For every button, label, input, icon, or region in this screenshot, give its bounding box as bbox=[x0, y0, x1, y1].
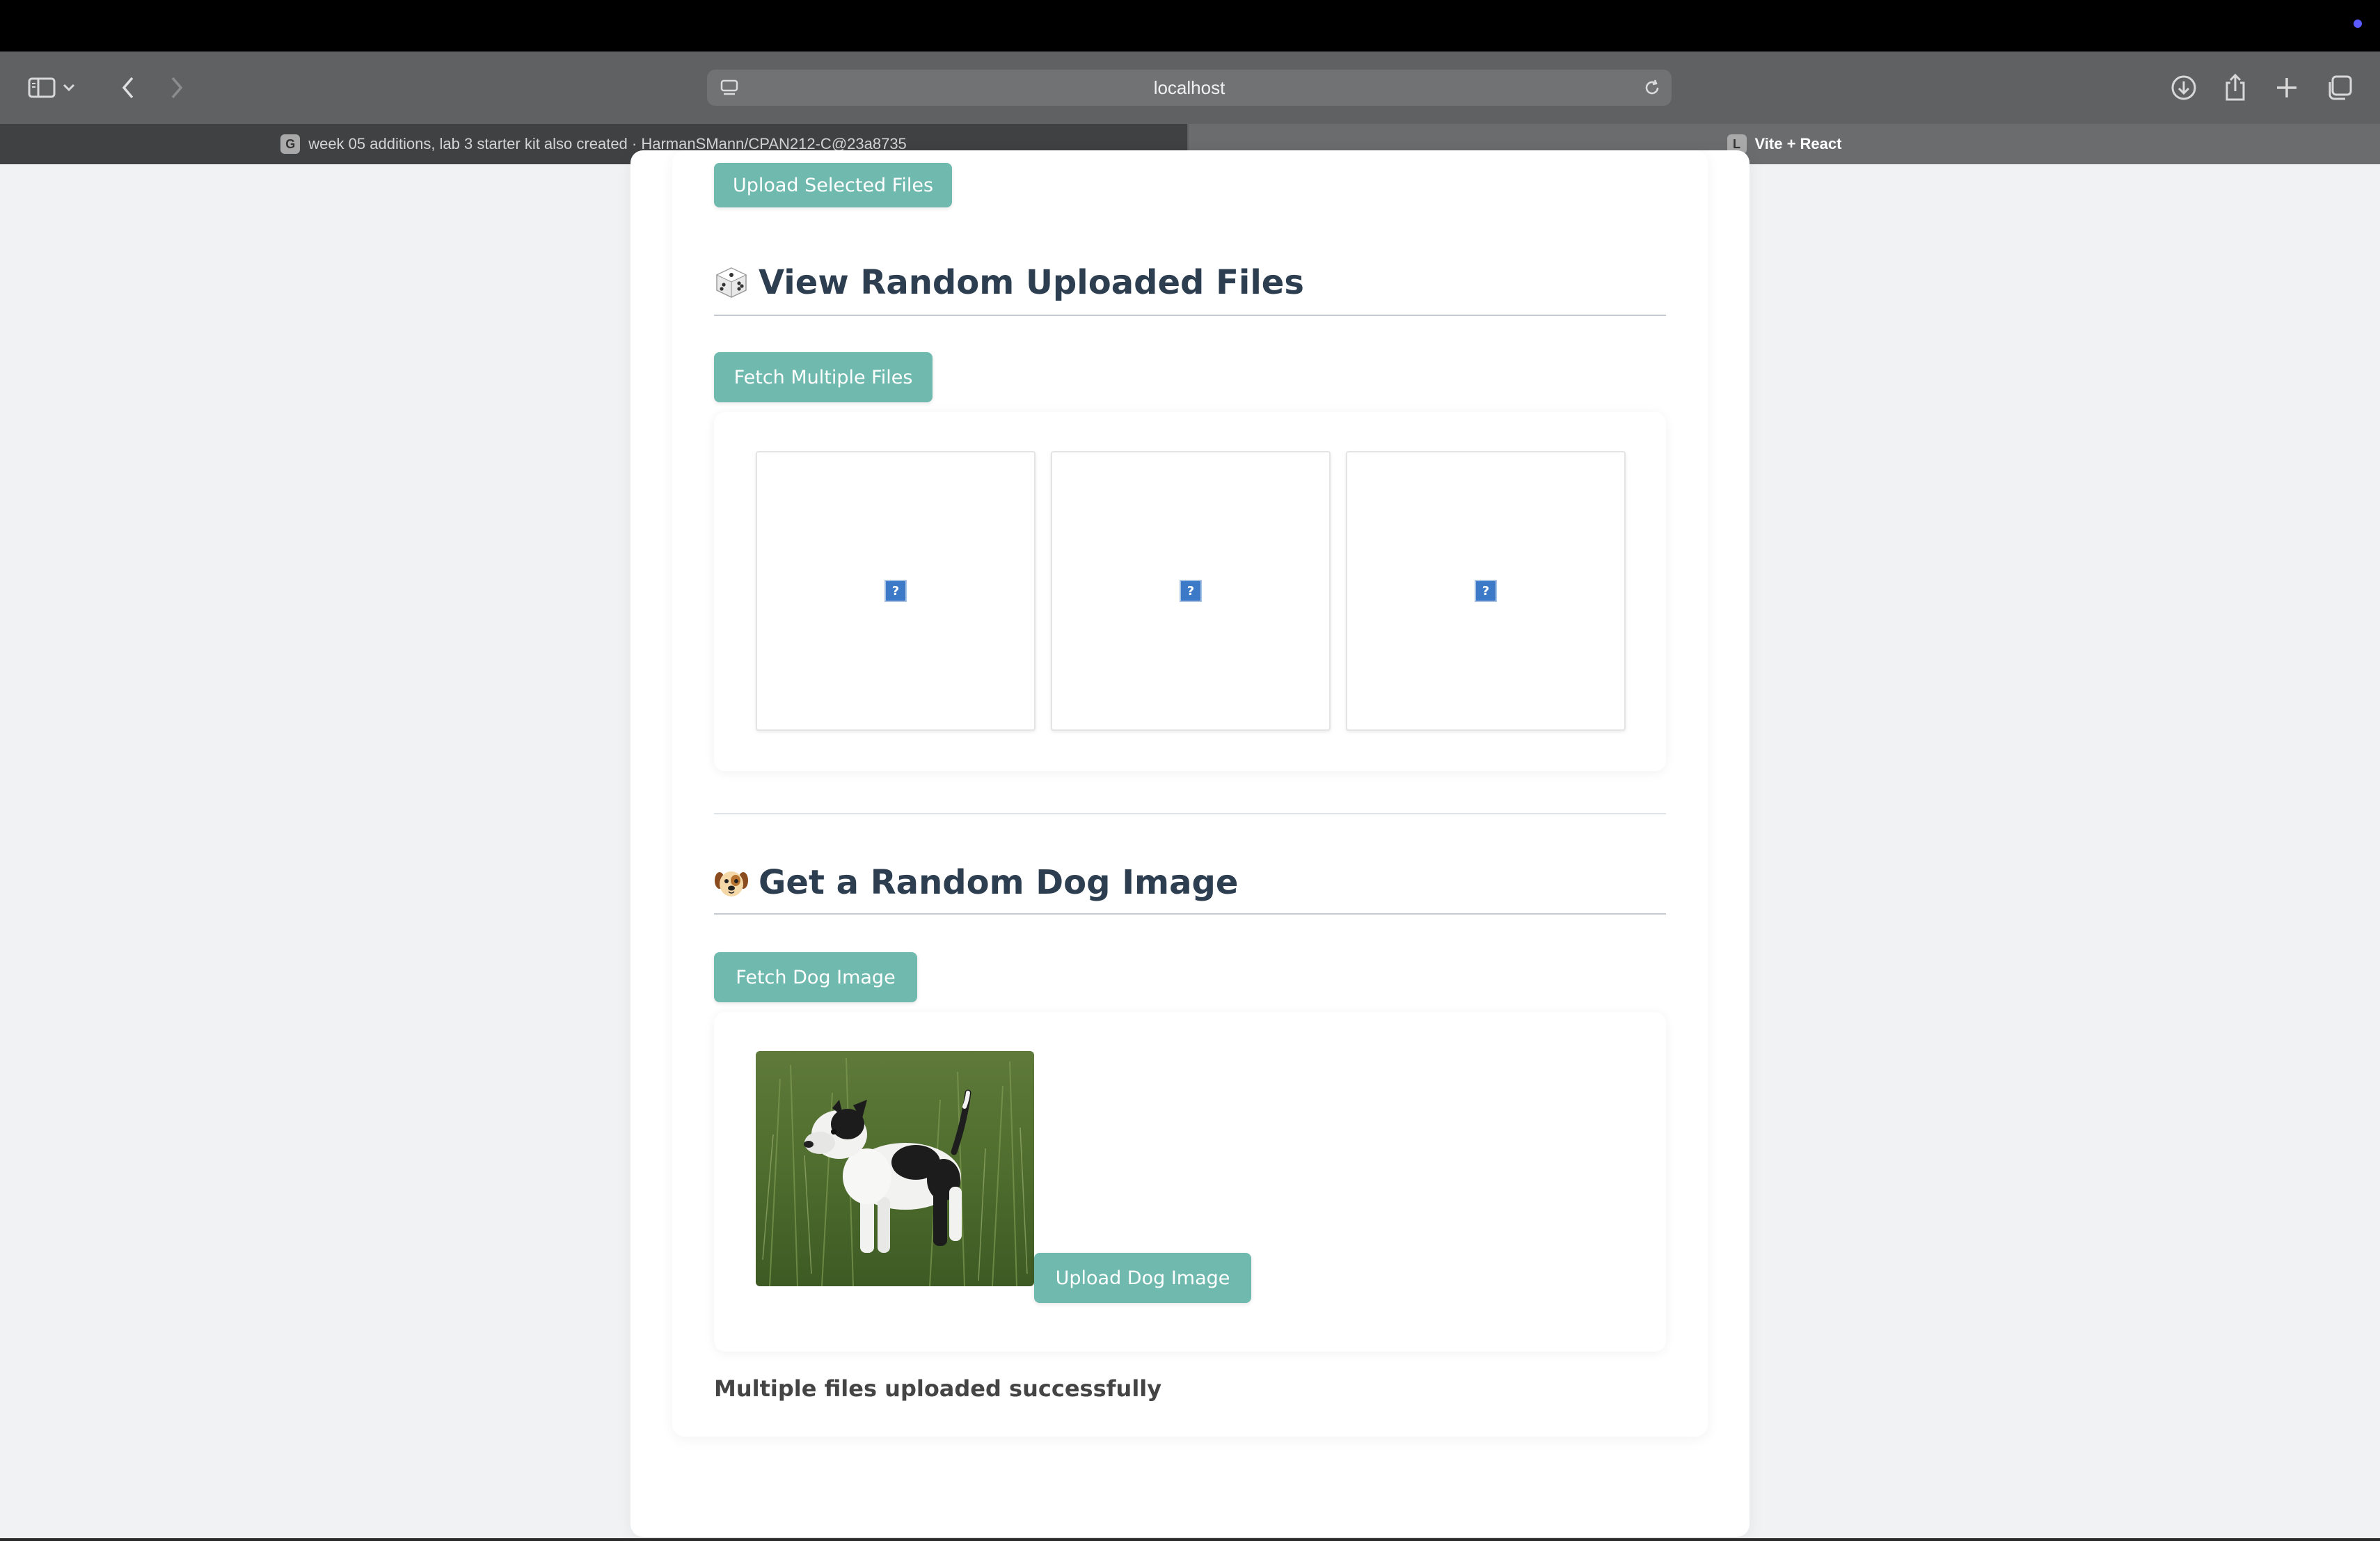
system-menu-bar bbox=[0, 0, 2380, 52]
window-bottom-edge bbox=[0, 1538, 2380, 1541]
dog-photo bbox=[756, 1051, 1034, 1286]
status-message: Multiple files uploaded successfully bbox=[714, 1375, 1162, 1402]
uploaded-file-tile: ? bbox=[1051, 451, 1331, 731]
heading-text: View Random Uploaded Files bbox=[759, 263, 1304, 302]
url-text: localhost bbox=[1153, 77, 1225, 98]
chevron-down-icon[interactable] bbox=[58, 67, 79, 109]
upload-selected-files-button[interactable]: Upload Selected Files bbox=[714, 163, 952, 207]
random-files-heading: View Random Uploaded Files bbox=[714, 262, 1304, 303]
status-dot-icon bbox=[2354, 19, 2362, 28]
fetch-multiple-files-button[interactable]: Fetch Multiple Files bbox=[714, 352, 933, 402]
reload-icon[interactable] bbox=[1641, 77, 1663, 99]
back-icon[interactable] bbox=[107, 67, 149, 109]
tab-label: Vite + React bbox=[1754, 135, 1842, 152]
section-divider bbox=[714, 813, 1666, 814]
github-favicon-icon: G bbox=[280, 134, 301, 154]
broken-image-icon: ? bbox=[884, 580, 907, 602]
page-settings-icon[interactable] bbox=[720, 78, 739, 97]
heading-underline bbox=[714, 913, 1666, 915]
heading-underline bbox=[714, 315, 1666, 316]
random-files-gallery: ? ? ? bbox=[714, 412, 1666, 771]
uploaded-file-tile: ? bbox=[1346, 451, 1626, 731]
forward-icon[interactable] bbox=[156, 67, 198, 109]
dog-face-icon bbox=[714, 865, 749, 900]
browser-toolbar: localhost bbox=[0, 52, 2380, 124]
broken-image-icon: ? bbox=[1180, 580, 1202, 602]
game-die-icon bbox=[714, 265, 749, 300]
broken-image-icon: ? bbox=[1475, 580, 1497, 602]
fetch-dog-image-button[interactable]: Fetch Dog Image bbox=[714, 952, 917, 1002]
new-tab-icon[interactable] bbox=[2266, 67, 2308, 109]
downloads-icon[interactable] bbox=[2163, 67, 2205, 109]
tab-overview-icon[interactable] bbox=[2319, 67, 2361, 109]
upload-dog-image-button[interactable]: Upload Dog Image bbox=[1034, 1253, 1251, 1303]
address-bar[interactable]: localhost bbox=[707, 70, 1672, 106]
share-icon[interactable] bbox=[2214, 67, 2256, 109]
sidebar-toggle-icon[interactable] bbox=[21, 67, 63, 109]
dog-section-heading: Get a Random Dog Image bbox=[714, 862, 1238, 903]
heading-text: Get a Random Dog Image bbox=[759, 863, 1239, 902]
uploaded-file-tile: ? bbox=[756, 451, 1036, 731]
